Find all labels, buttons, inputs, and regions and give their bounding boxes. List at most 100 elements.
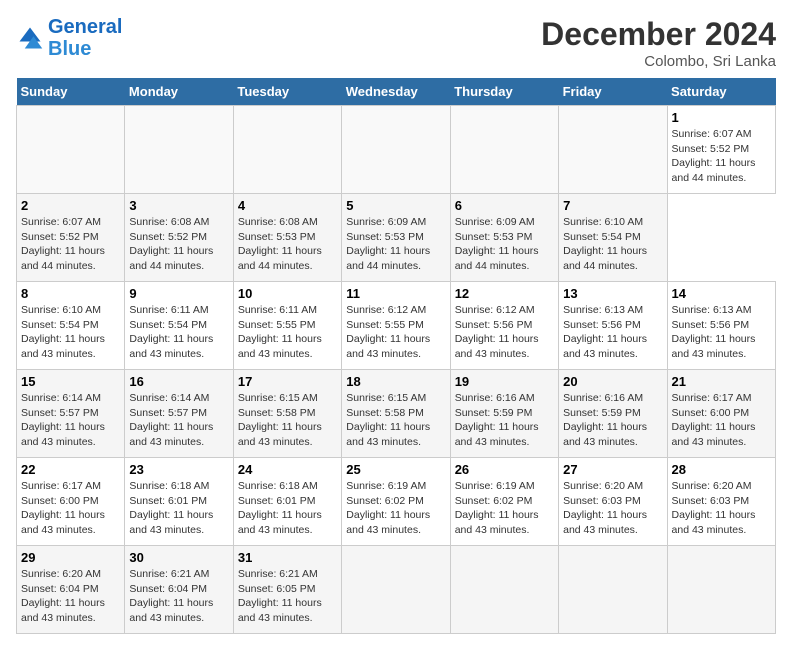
day-number: 23 [129,462,228,477]
calendar-cell: 17Sunrise: 6:15 AM Sunset: 5:58 PM Dayli… [233,370,341,458]
day-number: 9 [129,286,228,301]
calendar-cell: 31 Sunrise: 6:21 AM Sunset: 6:05 PM Dayli… [233,546,341,634]
calendar-cell: 2 Sunrise: 6:07 AM Sunset: 5:52 PM Daylig… [17,194,125,282]
calendar-week-row: 22 Sunrise: 6:17 AM Sunset: 6:00 PM Dayli… [17,458,776,546]
calendar-cell: 8 Sunrise: 6:10 AM Sunset: 5:54 PM Daylig… [17,282,125,370]
day-number: 16 [129,374,228,389]
calendar-cell [233,106,341,194]
day-info: Sunrise: 6:20 AM Sunset: 6:04 PM Dayligh… [21,567,120,626]
day-info: Sunrise: 6:18 AM Sunset: 6:01 PM Dayligh… [238,479,337,538]
day-number: 31 [238,550,337,565]
day-info: Sunrise: 6:07 AM Sunset: 5:52 PM Dayligh… [21,215,120,274]
day-number: 11 [346,286,445,301]
day-info: Sunrise: 6:18 AM Sunset: 6:01 PM Dayligh… [129,479,228,538]
day-number: 1 [672,110,771,125]
day-number: 12 [455,286,554,301]
day-number: 22 [21,462,120,477]
day-info: Sunrise: 6:20 AM Sunset: 6:03 PM Dayligh… [672,479,771,538]
day-number: 18 [346,374,445,389]
calendar-cell [342,546,450,634]
day-number: 5 [346,198,445,213]
calendar-cell: 15 Sunrise: 6:14 AM Sunset: 5:57 PM Dayli… [17,370,125,458]
day-number: 29 [21,550,120,565]
day-number: 28 [672,462,771,477]
day-info: Sunrise: 6:09 AM Sunset: 5:53 PM Dayligh… [455,215,554,274]
day-number: 24 [238,462,337,477]
day-info: Sunrise: 6:17 AM Sunset: 6:00 PM Dayligh… [21,479,120,538]
day-number: 21 [672,374,771,389]
calendar-cell [125,106,233,194]
calendar-cell: 10Sunrise: 6:11 AM Sunset: 5:55 PM Dayli… [233,282,341,370]
calendar-week-row: 29 Sunrise: 6:20 AM Sunset: 6:04 PM Dayli… [17,546,776,634]
calendar-cell: 4Sunrise: 6:08 AM Sunset: 5:53 PM Daylig… [233,194,341,282]
calendar-cell: 9 Sunrise: 6:11 AM Sunset: 5:54 PM Daylig… [125,282,233,370]
calendar-day-header: Sunday [17,78,125,106]
day-info: Sunrise: 6:16 AM Sunset: 5:59 PM Dayligh… [455,391,554,450]
calendar-day-header: Saturday [667,78,775,106]
calendar-cell: 24 Sunrise: 6:18 AM Sunset: 6:01 PM Dayli… [233,458,341,546]
month-title: December 2024 [541,16,776,53]
calendar-cell: 26Sunrise: 6:19 AM Sunset: 6:02 PM Dayli… [450,458,558,546]
calendar-cell: 7Sunrise: 6:10 AM Sunset: 5:54 PM Daylig… [559,194,667,282]
day-number: 3 [129,198,228,213]
day-info: Sunrise: 6:15 AM Sunset: 5:58 PM Dayligh… [346,391,445,450]
day-info: Sunrise: 6:14 AM Sunset: 5:57 PM Dayligh… [21,391,120,450]
day-info: Sunrise: 6:21 AM Sunset: 6:05 PM Dayligh… [238,567,337,626]
calendar-cell [450,106,558,194]
location: Colombo, Sri Lanka [541,53,776,70]
title-area: December 2024 Colombo, Sri Lanka [541,16,776,70]
calendar-cell: 21Sunrise: 6:17 AM Sunset: 6:00 PM Dayli… [667,370,775,458]
day-info: Sunrise: 6:11 AM Sunset: 5:54 PM Dayligh… [129,303,228,362]
calendar-cell: 30 Sunrise: 6:21 AM Sunset: 6:04 PM Dayli… [125,546,233,634]
calendar-cell: 16 Sunrise: 6:14 AM Sunset: 5:57 PM Dayli… [125,370,233,458]
day-number: 15 [21,374,120,389]
calendar-table: SundayMondayTuesdayWednesdayThursdayFrid… [16,78,776,634]
day-number: 26 [455,462,554,477]
day-number: 20 [563,374,662,389]
day-info: Sunrise: 6:08 AM Sunset: 5:53 PM Dayligh… [238,215,337,274]
calendar-cell: 11 Sunrise: 6:12 AM Sunset: 5:55 PM Dayli… [342,282,450,370]
calendar-cell [559,546,667,634]
day-number: 14 [672,286,771,301]
calendar-cell [17,106,125,194]
day-info: Sunrise: 6:13 AM Sunset: 5:56 PM Dayligh… [672,303,771,362]
day-info: Sunrise: 6:07 AM Sunset: 5:52 PM Dayligh… [672,127,771,186]
logo-icon [16,24,44,52]
calendar-cell: 12Sunrise: 6:12 AM Sunset: 5:56 PM Dayli… [450,282,558,370]
calendar-cell [559,106,667,194]
calendar-week-row: 2 Sunrise: 6:07 AM Sunset: 5:52 PM Daylig… [17,194,776,282]
calendar-cell: 25Sunrise: 6:19 AM Sunset: 6:02 PM Dayli… [342,458,450,546]
calendar-cell [342,106,450,194]
day-number: 27 [563,462,662,477]
calendar-cell: 27 Sunrise: 6:20 AM Sunset: 6:03 PM Dayli… [559,458,667,546]
day-info: Sunrise: 6:14 AM Sunset: 5:57 PM Dayligh… [129,391,228,450]
day-number: 7 [563,198,662,213]
day-info: Sunrise: 6:21 AM Sunset: 6:04 PM Dayligh… [129,567,228,626]
calendar-body: 1 Sunrise: 6:07 AM Sunset: 5:52 PM Daylig… [17,106,776,634]
day-number: 17 [238,374,337,389]
day-info: Sunrise: 6:12 AM Sunset: 5:55 PM Dayligh… [346,303,445,362]
calendar-cell: 5 Sunrise: 6:09 AM Sunset: 5:53 PM Daylig… [342,194,450,282]
day-info: Sunrise: 6:11 AM Sunset: 5:55 PM Dayligh… [238,303,337,362]
calendar-cell: 13 Sunrise: 6:13 AM Sunset: 5:56 PM Dayli… [559,282,667,370]
logo-text: General Blue [48,16,122,60]
day-number: 13 [563,286,662,301]
calendar-header-row: SundayMondayTuesdayWednesdayThursdayFrid… [17,78,776,106]
day-info: Sunrise: 6:20 AM Sunset: 6:03 PM Dayligh… [563,479,662,538]
day-number: 8 [21,286,120,301]
calendar-cell: 28 Sunrise: 6:20 AM Sunset: 6:03 PM Dayli… [667,458,775,546]
day-info: Sunrise: 6:09 AM Sunset: 5:53 PM Dayligh… [346,215,445,274]
day-number: 2 [21,198,120,213]
logo: General Blue [16,16,122,60]
calendar-cell: 6 Sunrise: 6:09 AM Sunset: 5:53 PM Daylig… [450,194,558,282]
calendar-cell: 23 Sunrise: 6:18 AM Sunset: 6:01 PM Dayli… [125,458,233,546]
day-info: Sunrise: 6:13 AM Sunset: 5:56 PM Dayligh… [563,303,662,362]
calendar-cell: 3Sunrise: 6:08 AM Sunset: 5:52 PM Daylig… [125,194,233,282]
calendar-day-header: Thursday [450,78,558,106]
calendar-cell [450,546,558,634]
day-number: 6 [455,198,554,213]
calendar-day-header: Monday [125,78,233,106]
day-number: 30 [129,550,228,565]
day-info: Sunrise: 6:10 AM Sunset: 5:54 PM Dayligh… [21,303,120,362]
calendar-cell: 18 Sunrise: 6:15 AM Sunset: 5:58 PM Dayli… [342,370,450,458]
